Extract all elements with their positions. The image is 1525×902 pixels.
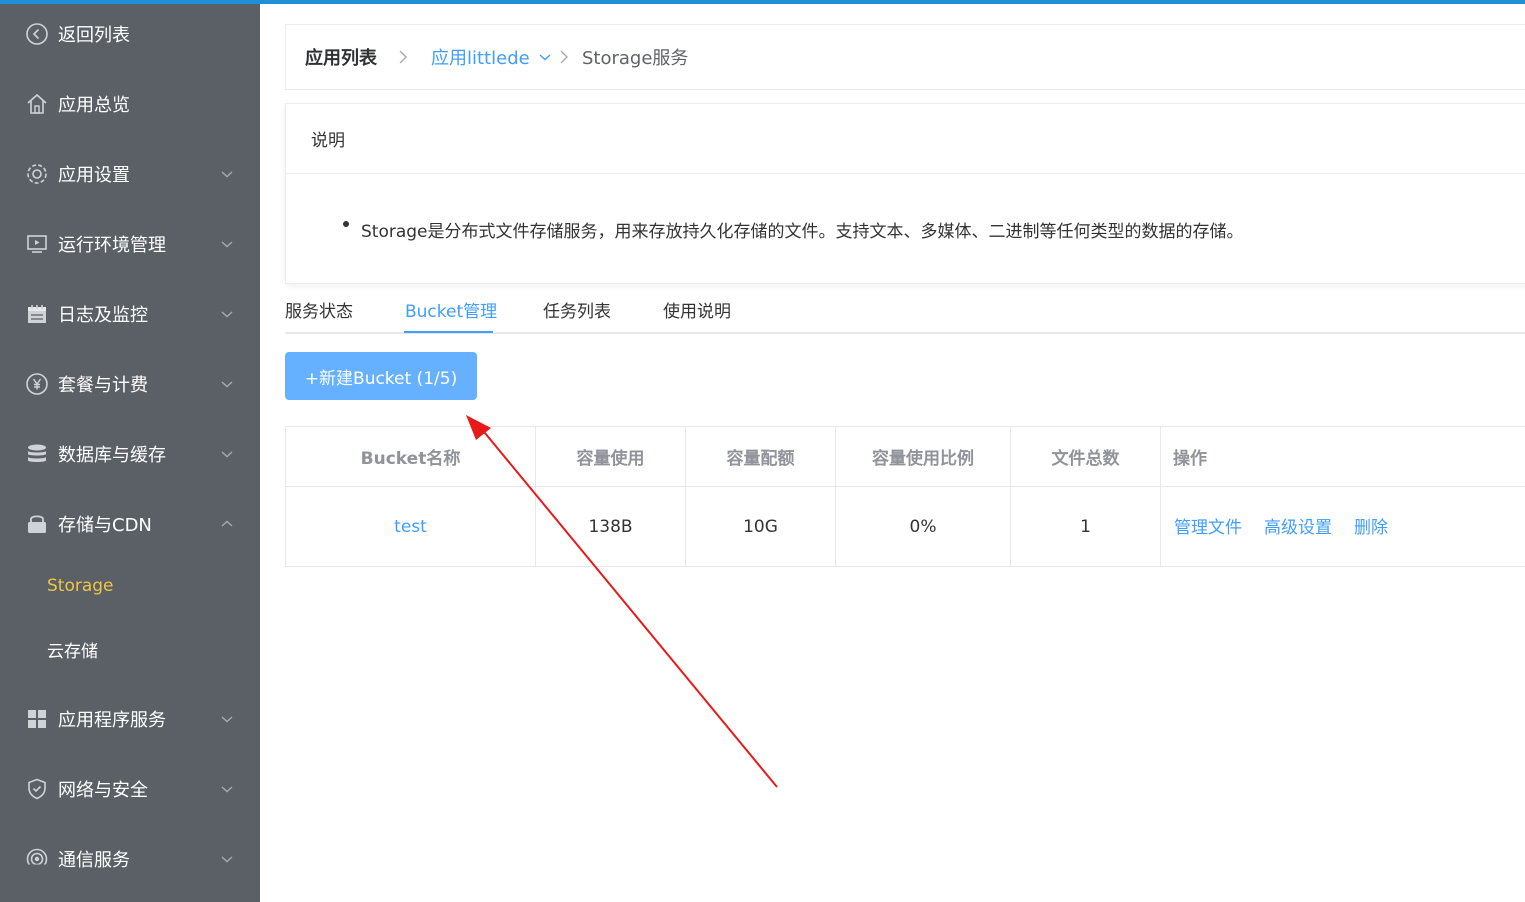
sidebar-item-label: 存储与CDN bbox=[58, 515, 152, 536]
actions-cell: 管理文件 高级设置 删除 bbox=[1161, 487, 1525, 567]
monitor-play-icon bbox=[25, 232, 49, 256]
calendar-icon bbox=[25, 302, 49, 326]
manage-files-link[interactable]: 管理文件 bbox=[1174, 513, 1242, 538]
tab-bucket-management[interactable]: Bucket管理 bbox=[405, 297, 497, 322]
active-tab-indicator bbox=[404, 331, 493, 333]
breadcrumb-current: Storage服务 bbox=[582, 48, 689, 69]
breadcrumb-app-list[interactable]: 应用列表 bbox=[305, 25, 377, 89]
shield-icon bbox=[25, 777, 49, 801]
column-header: Bucket名称 bbox=[286, 427, 536, 487]
tab-bar: 服务状态 Bucket管理 任务列表 使用说明 bbox=[285, 294, 1525, 334]
bucket-name-link[interactable]: test bbox=[394, 517, 427, 537]
description-card: 说明 Storage是分布式文件存储服务，用来存放持久化存储的文件。支持文本、多… bbox=[285, 103, 1525, 284]
sidebar-item-network-security[interactable]: 网络与安全 bbox=[0, 754, 260, 824]
sidebar-item-runtime[interactable]: 运行环境管理 bbox=[0, 209, 260, 279]
tab-usage-guide[interactable]: 使用说明 bbox=[663, 297, 731, 322]
sidebar-subitem-label: 云存储 bbox=[47, 641, 98, 662]
back-arrow-icon bbox=[25, 22, 49, 46]
chevron-up-icon bbox=[221, 520, 233, 527]
sidebar-item-label: 日志及监控 bbox=[58, 305, 148, 326]
signal-icon bbox=[25, 847, 49, 871]
sidebar-item-app-services[interactable]: 应用程序服务 bbox=[0, 684, 260, 754]
chevron-down-icon bbox=[221, 311, 233, 318]
sidebar: 返回列表 应用总览 应用设置 运行环境管理 日志及监控 套餐与计费 数据库与缓存… bbox=[0, 0, 260, 902]
breadcrumb-app-name: 应用littlede bbox=[431, 48, 530, 69]
sidebar-item-label: 网络与安全 bbox=[58, 780, 148, 801]
file-count-cell: 1 bbox=[1011, 487, 1161, 567]
main-content: 应用列表 应用littlede Storage服务 说明 Storage是分布式… bbox=[260, 4, 1525, 902]
new-bucket-button[interactable]: +新建Bucket (1/5) bbox=[285, 352, 477, 400]
chevron-down-icon bbox=[539, 54, 551, 61]
back-to-list-link[interactable]: 返回列表 bbox=[0, 0, 260, 68]
description-title: 说明 bbox=[311, 131, 345, 151]
column-header: 容量配额 bbox=[686, 427, 836, 487]
column-header: 文件总数 bbox=[1011, 427, 1161, 487]
tab-service-status[interactable]: 服务状态 bbox=[285, 297, 353, 322]
quota-cell: 10G bbox=[686, 487, 836, 567]
usage-ratio-cell: 0% bbox=[836, 487, 1011, 567]
bucket-table: Bucket名称 容量使用 容量配额 容量使用比例 文件总数 操作 test 1… bbox=[285, 426, 1525, 567]
column-header: 操作 bbox=[1161, 427, 1525, 487]
sidebar-subitem-label: Storage bbox=[47, 576, 114, 596]
gear-icon bbox=[25, 162, 49, 186]
description-text: Storage是分布式文件存储服务，用来存放持久化存储的文件。支持文本、多媒体、… bbox=[361, 222, 1244, 242]
breadcrumb: 应用列表 应用littlede Storage服务 bbox=[285, 24, 1525, 90]
sidebar-item-logs[interactable]: 日志及监控 bbox=[0, 279, 260, 349]
chevron-down-icon bbox=[221, 786, 233, 793]
description-header: 说明 bbox=[286, 104, 1525, 174]
sidebar-item-label: 运行环境管理 bbox=[58, 235, 166, 256]
sidebar-item-communication[interactable]: 通信服务 bbox=[0, 824, 260, 894]
chevron-down-icon bbox=[221, 171, 233, 178]
grid-icon bbox=[25, 707, 49, 731]
sidebar-item-label: 数据库与缓存 bbox=[58, 445, 166, 466]
delete-link[interactable]: 删除 bbox=[1354, 513, 1388, 538]
column-header: 容量使用 bbox=[536, 427, 686, 487]
database-icon bbox=[25, 442, 49, 466]
column-header: 容量使用比例 bbox=[836, 427, 1011, 487]
sidebar-item-app-settings[interactable]: 应用设置 bbox=[0, 139, 260, 209]
chevron-down-icon bbox=[221, 381, 233, 388]
sidebar-item-label: 应用总览 bbox=[58, 95, 130, 116]
sidebar-item-label: 通信服务 bbox=[58, 850, 130, 871]
sidebar-item-overview[interactable]: 应用总览 bbox=[0, 69, 260, 139]
chevron-down-icon bbox=[221, 856, 233, 863]
sidebar-subitem-storage[interactable]: Storage bbox=[0, 560, 260, 612]
sidebar-item-billing[interactable]: 套餐与计费 bbox=[0, 349, 260, 419]
used-capacity-cell: 138B bbox=[536, 487, 686, 567]
breadcrumb-app-selector[interactable]: 应用littlede bbox=[431, 25, 552, 89]
sidebar-item-label: 套餐与计费 bbox=[58, 375, 148, 396]
back-to-list-label: 返回列表 bbox=[58, 25, 130, 46]
sidebar-item-label: 应用程序服务 bbox=[58, 710, 166, 731]
chevron-down-icon bbox=[221, 241, 233, 248]
yen-icon bbox=[25, 372, 49, 396]
chevron-down-icon bbox=[221, 716, 233, 723]
bucket-name-cell: test bbox=[286, 487, 536, 567]
sidebar-item-database[interactable]: 数据库与缓存 bbox=[0, 419, 260, 489]
tab-task-list[interactable]: 任务列表 bbox=[543, 297, 611, 322]
storage-icon bbox=[25, 512, 49, 536]
sidebar-item-storage-cdn[interactable]: 存储与CDN bbox=[0, 489, 260, 559]
breadcrumb-separator-icon bbox=[399, 50, 407, 64]
advanced-settings-link[interactable]: 高级设置 bbox=[1264, 513, 1332, 538]
sidebar-subitem-cloud-storage[interactable]: 云存储 bbox=[0, 623, 260, 675]
chevron-down-icon bbox=[221, 451, 233, 458]
breadcrumb-separator-icon bbox=[560, 50, 568, 64]
bullet-dot bbox=[343, 221, 349, 227]
sidebar-item-label: 应用设置 bbox=[58, 165, 130, 186]
home-icon bbox=[25, 92, 49, 116]
top-accent-bar bbox=[0, 0, 1525, 4]
